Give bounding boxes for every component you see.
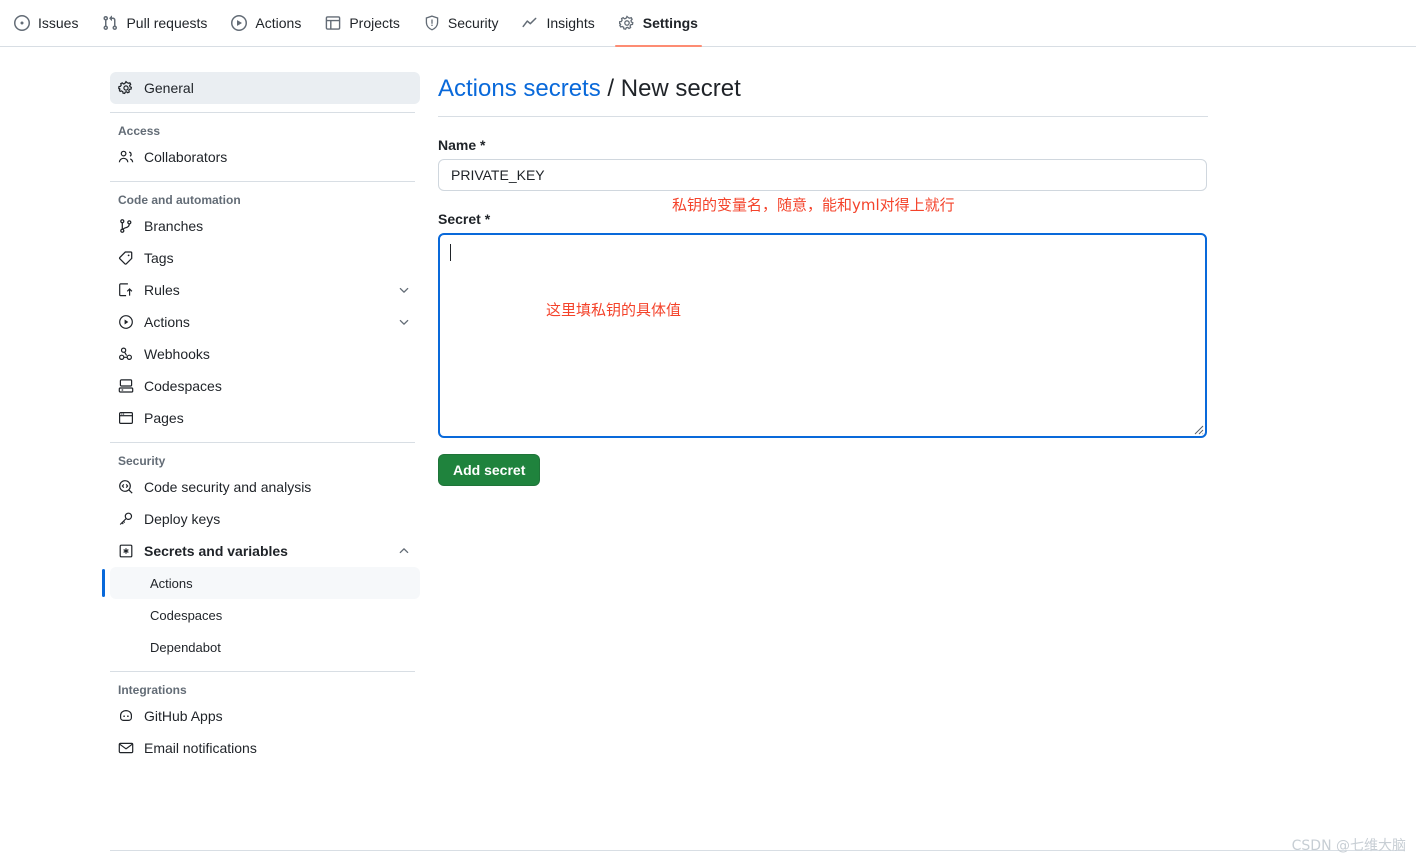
key-icon bbox=[118, 511, 134, 527]
sidebar-subitem-actions[interactable]: Actions bbox=[102, 567, 420, 599]
sidebar-item-collaborators[interactable]: Collaborators bbox=[110, 141, 420, 173]
sidebar-divider bbox=[110, 671, 415, 672]
table-icon bbox=[325, 15, 341, 31]
watermark: CSDN @七维大脑 bbox=[1291, 838, 1406, 854]
sidebar-group-title-access: Access bbox=[118, 124, 161, 138]
sidebar-item-branches[interactable]: Branches bbox=[110, 210, 420, 242]
key-asterisk-icon bbox=[118, 543, 134, 559]
shield-icon bbox=[424, 15, 440, 31]
nav-tab-pull-requests-label: Pull requests bbox=[126, 15, 208, 31]
add-secret-button[interactable]: Add secret bbox=[438, 454, 541, 486]
sidebar-group-title-security: Security bbox=[118, 454, 166, 468]
sidebar-item-tags[interactable]: Tags bbox=[110, 242, 420, 274]
sidebar-item-code-security-label: Code security and analysis bbox=[144, 479, 312, 495]
text-caret bbox=[450, 244, 451, 261]
sidebar-item-code-security-and-analysis[interactable]: Code security and analysis bbox=[110, 471, 420, 503]
sidebar-item-codespaces[interactable]: Codespaces bbox=[110, 370, 420, 402]
sidebar-item-actions[interactable]: Actions bbox=[110, 306, 420, 338]
rules-icon bbox=[118, 282, 134, 298]
secret-name-input[interactable] bbox=[438, 159, 1207, 191]
sidebar-item-branches-label: Branches bbox=[144, 218, 204, 234]
new-secret-form: Actions secrets / New secret Name * Secr… bbox=[438, 74, 1208, 486]
mail-icon bbox=[118, 740, 134, 756]
secret-value-textarea[interactable] bbox=[438, 233, 1207, 438]
breadcrumb-actions-secrets-link[interactable]: Actions secrets bbox=[438, 75, 601, 102]
sidebar-divider bbox=[110, 181, 415, 182]
chevron-down-icon[interactable] bbox=[396, 314, 412, 330]
sidebar-item-webhooks[interactable]: Webhooks bbox=[110, 338, 420, 370]
sidebar-item-email-notifications-label: Email notifications bbox=[144, 740, 257, 756]
footer-divider bbox=[110, 850, 1405, 851]
sidebar-subitem-dependabot-label: Dependabot bbox=[150, 639, 221, 655]
sidebar-divider bbox=[110, 112, 415, 113]
sidebar-item-github-apps-label: GitHub Apps bbox=[144, 708, 223, 724]
secret-field-label: Secret * bbox=[438, 211, 491, 227]
nav-tab-pull-requests[interactable]: Pull requests bbox=[90, 0, 219, 46]
sidebar-item-webhooks-label: Webhooks bbox=[144, 346, 210, 362]
browser-icon bbox=[118, 410, 134, 426]
sidebar-item-codespaces-label: Codespaces bbox=[144, 378, 222, 394]
chevron-up-icon[interactable] bbox=[396, 543, 412, 559]
page-body: General Access Collaborators Code and au… bbox=[0, 47, 1416, 863]
nav-tab-settings-label: Settings bbox=[642, 15, 698, 31]
graph-icon bbox=[522, 15, 538, 31]
name-field-label: Name * bbox=[438, 137, 486, 153]
sidebar-item-secrets-and-variables[interactable]: Secrets and variables bbox=[110, 535, 420, 567]
sidebar-item-actions-label: Actions bbox=[144, 314, 190, 330]
nav-tab-actions-label: Actions bbox=[255, 15, 302, 31]
nav-tab-settings[interactable]: Settings bbox=[607, 0, 710, 47]
github-apps-icon bbox=[118, 708, 134, 724]
sidebar-item-general[interactable]: General bbox=[110, 72, 420, 104]
sidebar-item-secrets-and-variables-label: Secrets and variables bbox=[144, 543, 288, 559]
tag-icon bbox=[118, 250, 134, 266]
sidebar-subitem-dependabot[interactable]: Dependabot bbox=[110, 631, 420, 663]
sidebar-item-deploy-keys[interactable]: Deploy keys bbox=[110, 503, 420, 535]
git-pull-request-icon bbox=[102, 15, 118, 31]
nav-tab-security-label: Security bbox=[447, 15, 499, 31]
nav-tab-insights-label: Insights bbox=[546, 15, 595, 31]
nav-tab-projects-label: Projects bbox=[349, 15, 400, 31]
codescan-icon bbox=[118, 479, 134, 495]
sidebar-group-title-code-automation: Code and automation bbox=[118, 193, 241, 207]
codespaces-icon bbox=[118, 378, 134, 394]
sidebar-item-rules[interactable]: Rules bbox=[110, 274, 420, 306]
breadcrumb-current: New secret bbox=[620, 75, 741, 102]
sidebar-item-collaborators-label: Collaborators bbox=[144, 149, 228, 165]
chevron-down-icon[interactable] bbox=[396, 282, 412, 298]
nav-tab-projects[interactable]: Projects bbox=[313, 0, 412, 46]
gear-icon bbox=[618, 15, 635, 31]
sidebar-item-github-apps[interactable]: GitHub Apps bbox=[110, 700, 420, 732]
breadcrumb-separator: / bbox=[600, 75, 621, 102]
nav-tab-security[interactable]: Security bbox=[412, 0, 511, 46]
git-branch-icon bbox=[118, 218, 134, 234]
repository-nav-bar: Issues Pull requests Actions Projects Se bbox=[0, 0, 1416, 47]
sidebar-item-tags-label: Tags bbox=[144, 250, 174, 266]
sidebar-item-rules-label: Rules bbox=[144, 282, 180, 298]
nav-tab-issues[interactable]: Issues bbox=[2, 0, 90, 46]
nav-tab-issues-label: Issues bbox=[38, 15, 79, 31]
nav-tab-actions[interactable]: Actions bbox=[219, 0, 313, 46]
repository-nav-items: Issues Pull requests Actions Projects Se bbox=[0, 0, 1416, 47]
page-title: Actions secrets / New secret bbox=[438, 74, 1208, 117]
play-circle-icon bbox=[231, 15, 248, 31]
sidebar-subitem-codespaces[interactable]: Codespaces bbox=[110, 599, 420, 631]
resize-handle-icon[interactable] bbox=[1190, 421, 1204, 435]
people-icon bbox=[118, 149, 134, 165]
sidebar-item-pages-label: Pages bbox=[144, 410, 184, 426]
sidebar-subitem-actions-label: Actions bbox=[150, 575, 193, 591]
gear-icon bbox=[118, 80, 134, 96]
sidebar-item-pages[interactable]: Pages bbox=[110, 402, 420, 434]
sidebar-subitem-codespaces-label: Codespaces bbox=[150, 607, 223, 623]
play-circle-icon bbox=[118, 314, 134, 330]
sidebar-item-email-notifications[interactable]: Email notifications bbox=[110, 732, 420, 764]
webhook-icon bbox=[118, 346, 134, 362]
nav-tab-insights[interactable]: Insights bbox=[510, 0, 606, 46]
sidebar-divider bbox=[110, 442, 415, 443]
sidebar-item-deploy-keys-label: Deploy keys bbox=[144, 511, 221, 527]
sidebar-group-title-integrations: Integrations bbox=[118, 683, 187, 697]
settings-sidebar: General Access Collaborators Code and au… bbox=[102, 72, 420, 764]
sidebar-item-general-label: General bbox=[144, 80, 194, 96]
issue-opened-icon bbox=[14, 15, 30, 31]
